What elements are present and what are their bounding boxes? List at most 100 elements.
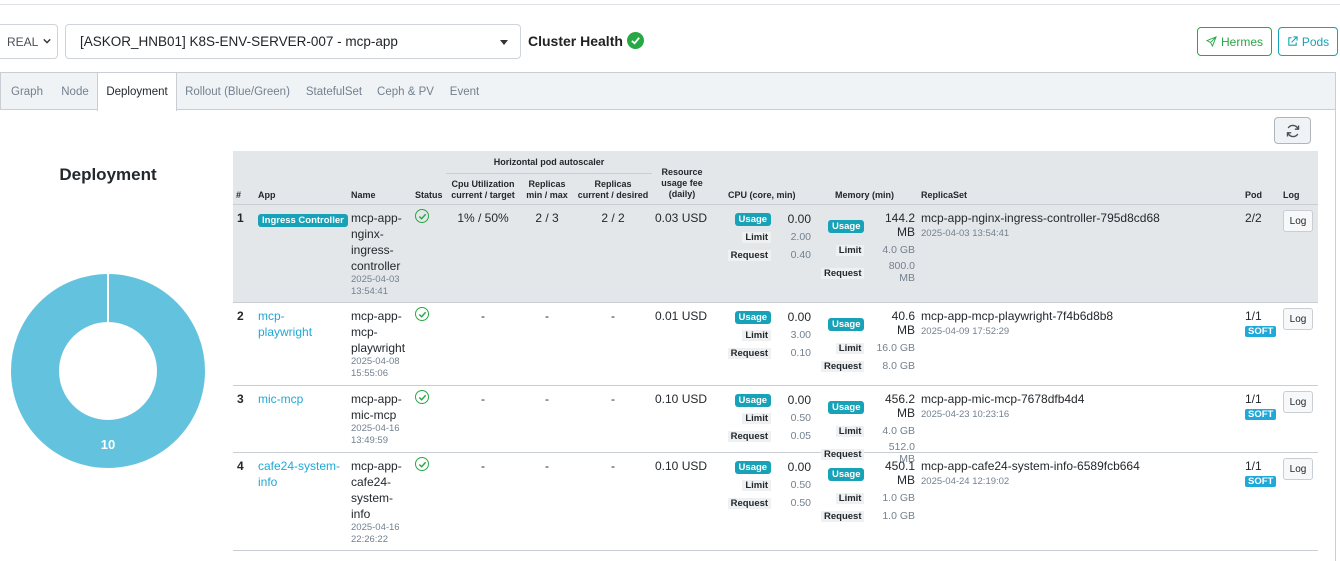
header-replicas-minmax: Replicas min / max	[523, 179, 571, 201]
deployment-table: # App Name Status Horizontal pod autosca…	[233, 151, 1318, 551]
cpu-resources: Usage 0.00 Limit 3.00 Request 0.10	[717, 309, 811, 360]
pod-count: 1/1	[1245, 459, 1262, 473]
replicaset-time: 2025-04-09 17:52:29	[921, 326, 1010, 337]
tab-event[interactable]: Event	[441, 73, 488, 110]
log-button[interactable]: Log	[1283, 210, 1313, 232]
app-link[interactable]: mic-mcp	[258, 391, 303, 407]
pods-button[interactable]: Pods	[1278, 27, 1338, 56]
cpu-utilization: -	[481, 309, 485, 323]
memory-usage: 456.2 MB	[884, 392, 915, 420]
caret-down-icon	[500, 40, 508, 45]
cluster-select[interactable]: [ASKOR_HNB01] K8S-ENV-SERVER-007 - mcp-a…	[65, 24, 521, 59]
environment-select[interactable]: REAL	[0, 24, 58, 59]
name-line: controller	[351, 259, 401, 273]
pod-count: 1/1	[1245, 309, 1262, 323]
pod-count: 1/1	[1245, 392, 1262, 406]
replicas-minmax: -	[545, 392, 549, 406]
table-row: 4 cafe24-system- info mcp-app- cafe24- s…	[233, 453, 1318, 551]
app-link[interactable]: cafe24-system- info	[258, 458, 340, 490]
name-line: mcp-	[351, 325, 378, 339]
soft-badge: SOFT	[1245, 409, 1277, 420]
check-circle-icon	[415, 307, 429, 321]
app-cell: Ingress Controller	[258, 212, 348, 227]
cpu-request: 0.05	[790, 429, 811, 442]
usage-fee: 0.01 USD	[655, 309, 708, 323]
usage-badge: Usage	[734, 311, 772, 324]
header-replicas-current-line2: current / desired	[577, 190, 649, 200]
memory-limit: 16.0 GB	[876, 341, 915, 354]
name-line: mcp-app-	[351, 211, 402, 225]
created-date: 2025-04-16	[351, 522, 400, 533]
header-usage-fee-line1: Resource	[661, 167, 703, 177]
memory-limit: 4.0 GB	[882, 424, 915, 437]
usage-badge: Usage	[827, 317, 865, 331]
check-circle-icon	[415, 209, 429, 223]
cpu-usage: 0.00	[787, 211, 811, 226]
request-label: Request	[821, 361, 865, 372]
ingress-controller-badge[interactable]: Ingress Controller	[258, 214, 348, 227]
tab-deployment[interactable]: Deployment	[97, 73, 177, 111]
cpu-utilization: 1% / 50%	[457, 211, 509, 225]
name-line: mcp-app-	[351, 392, 402, 406]
refresh-button[interactable]	[1274, 117, 1311, 144]
header-replicas-current: Replicas current / desired	[575, 179, 651, 201]
name-line: nginx-	[351, 227, 384, 241]
hermes-button-label: Hermes	[1220, 34, 1263, 49]
tab-graph[interactable]: Graph	[1, 73, 53, 110]
check-circle-icon	[415, 457, 429, 471]
pod-cell: 1/1 SOFT	[1245, 309, 1277, 338]
log-button[interactable]: Log	[1283, 458, 1313, 480]
log-button[interactable]: Log	[1283, 308, 1313, 330]
request-label: Request	[727, 431, 772, 442]
created-time: 13:54:41	[351, 286, 388, 297]
replicaset-cell: mcp-app-nginx-ingress-controller-795d8cd…	[921, 211, 1160, 239]
limit-label: Limit	[742, 232, 772, 243]
app-link[interactable]: mcp- playwright	[258, 308, 312, 340]
cpu-limit: 2.00	[790, 230, 811, 243]
table-header: # App Name Status Horizontal pod autosca…	[233, 151, 1318, 205]
header-replicaset: ReplicaSet	[921, 190, 968, 200]
cpu-usage: 0.00	[787, 459, 811, 474]
header-status: Status	[415, 190, 443, 200]
deployment-donut-chart: 10	[11, 274, 205, 468]
usage-fee: 0.10 USD	[655, 392, 708, 406]
tab-node[interactable]: Node	[53, 73, 97, 110]
header-cpu: CPU (core, min)	[728, 190, 796, 200]
tab-ceph-pv[interactable]: Ceph & PV	[370, 73, 441, 110]
header-usage-fee-line3: (daily)	[668, 189, 696, 199]
tab-statefulset[interactable]: StatefulSet	[298, 73, 370, 110]
cpu-utilization: -	[481, 392, 485, 406]
deployment-name: mcp-app- mcp- playwright 2025-04-08 15:5…	[351, 308, 405, 380]
replicas-current-desired: -	[611, 309, 615, 323]
usage-badge: Usage	[827, 219, 865, 233]
soft-badge: SOFT	[1245, 476, 1277, 487]
memory-request: 1.0 GB	[882, 509, 915, 522]
tab-rollout[interactable]: Rollout (Blue/Green)	[177, 73, 298, 110]
memory-resources: Usage 40.6 MB Limit 16.0 GB Request 8.0 …	[821, 309, 915, 373]
log-cell: Log	[1283, 210, 1313, 232]
donut-title: Deployment	[59, 165, 157, 184]
deployment-name: mcp-app- cafe24- system- info 2025-04-16…	[351, 458, 402, 546]
app-link-line: cafe24-system-	[258, 459, 341, 473]
hermes-button[interactable]: Hermes	[1197, 27, 1272, 56]
row-number: 2	[237, 309, 244, 323]
status-ok	[415, 390, 429, 404]
replicaset-name: mcp-app-cafe24-system-info-6589fcb664	[921, 459, 1140, 473]
name-line: mcp-app-	[351, 309, 402, 323]
row-number: 3	[237, 392, 244, 406]
header-num: #	[236, 190, 242, 200]
name-line: info	[351, 507, 371, 521]
replicaset-name: mcp-app-mic-mcp-7678dfb4d4	[921, 392, 1085, 406]
status-ok	[415, 307, 429, 321]
row-number: 1	[237, 211, 244, 225]
usage-badge: Usage	[734, 213, 772, 226]
memory-resources: Usage 144.2 MB Limit 4.0 GB Request 800.…	[821, 211, 915, 284]
external-link-icon	[1288, 36, 1298, 46]
header-name: Name	[351, 190, 376, 200]
request-label: Request	[821, 511, 865, 522]
log-button[interactable]: Log	[1283, 391, 1313, 413]
top-divider	[0, 4, 1340, 5]
check-circle-icon	[626, 32, 644, 49]
cpu-request: 0.10	[790, 346, 811, 359]
name-line: mcp-app-	[351, 459, 402, 473]
